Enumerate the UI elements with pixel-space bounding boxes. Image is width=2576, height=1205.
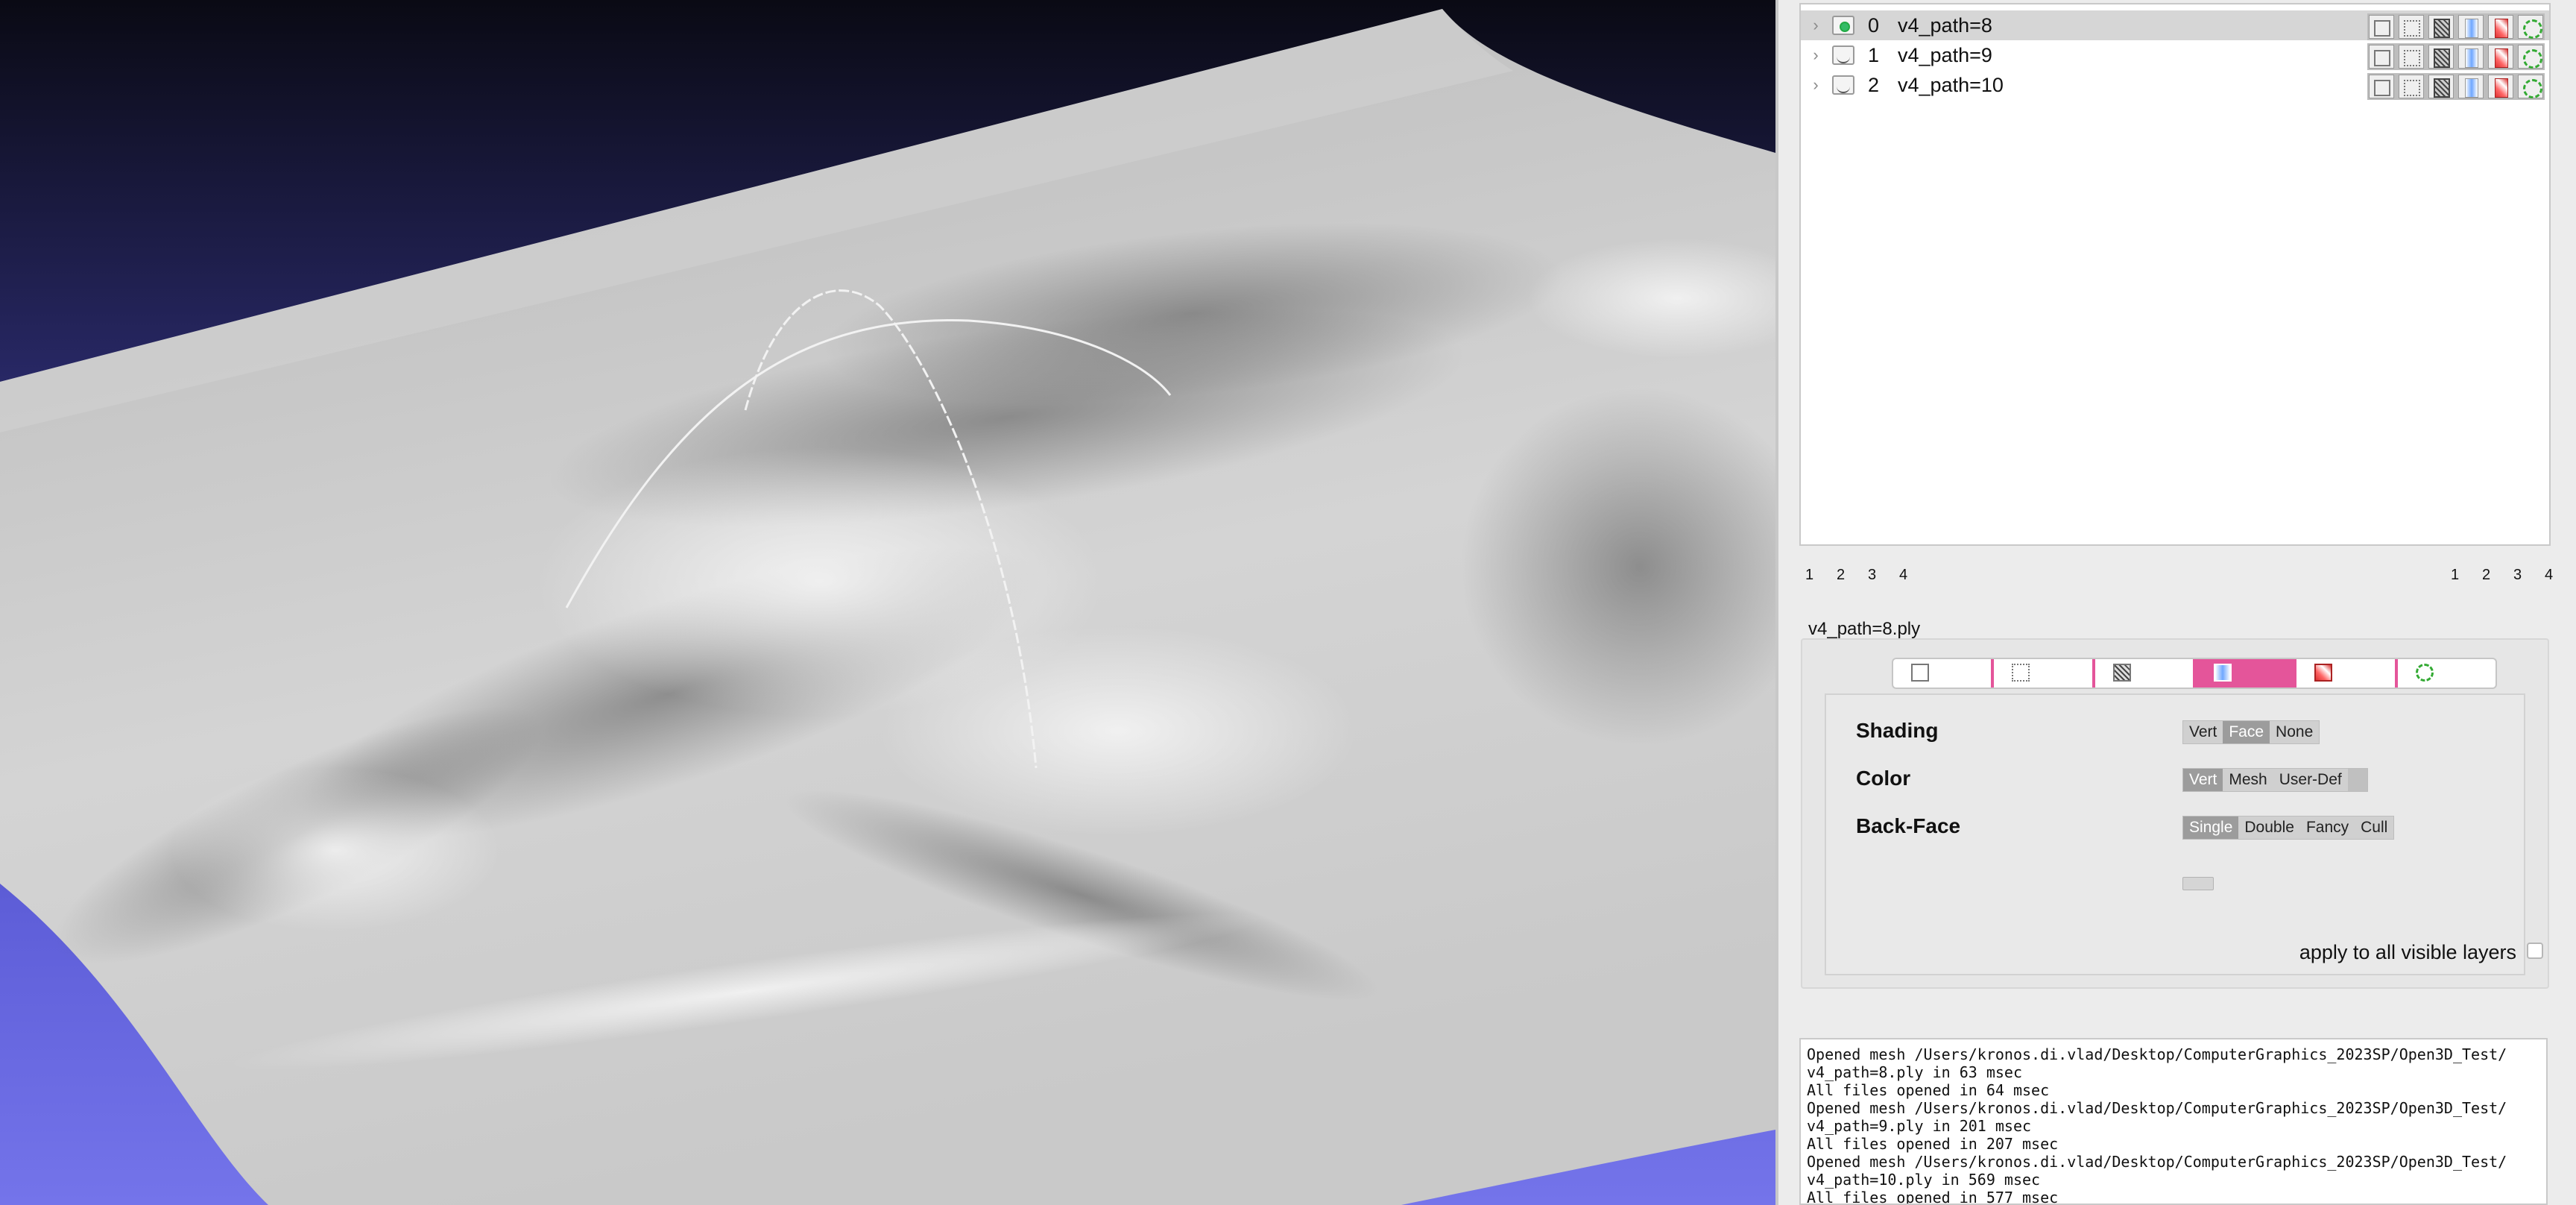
color-mesh-option[interactable]: Mesh: [2223, 769, 2273, 791]
layer-list[interactable]: › 0 v4_path=8 › 1 v4_path=9 › 2 v4_path=…: [1799, 3, 2551, 546]
points-icon: [2012, 664, 2030, 682]
bbox-icon[interactable]: [2369, 75, 2394, 98]
decorator-gear-icon: [2415, 664, 2434, 682]
layer-row-2[interactable]: › 2 v4_path=10: [1801, 70, 2549, 100]
smooth-shading-icon: [2213, 664, 2232, 682]
bbox-icon[interactable]: [2369, 45, 2394, 69]
points-icon[interactable]: [2399, 15, 2424, 39]
log-line: v4_path=9.ply in 201 msec: [1807, 1117, 2032, 1135]
decorator-tabs: [1892, 658, 2497, 689]
log-line: Opened mesh /Users/kronos.di.vlad/Deskto…: [1807, 1045, 2507, 1063]
decorator-gear-icon[interactable]: [2518, 75, 2543, 98]
wireframe-icon[interactable]: [2428, 15, 2454, 39]
layer-index: 2: [1868, 73, 1880, 96]
backface-selector: Single Double Fancy Cull: [2182, 816, 2395, 840]
points-icon[interactable]: [2399, 75, 2424, 98]
layer-row-1[interactable]: › 1 v4_path=9: [1801, 40, 2549, 70]
eye-visible-icon[interactable]: [1832, 16, 1854, 35]
decorator-filename: v4_path=8.ply: [1808, 619, 1921, 639]
extra-option-button[interactable]: [2182, 877, 2214, 890]
wireframe-icon[interactable]: [2428, 45, 2454, 69]
smooth-shading-icon[interactable]: [2458, 15, 2484, 39]
color-selector: Vert Mesh User-Def: [2182, 768, 2368, 792]
apply-all-label: apply to all visible layers: [2299, 941, 2516, 963]
color-vert-option[interactable]: Vert: [2183, 769, 2223, 791]
texture-icon[interactable]: [2488, 75, 2513, 98]
points-icon[interactable]: [2399, 45, 2424, 69]
pager-item[interactable]: 1: [2451, 567, 2482, 584]
texture-icon[interactable]: [2488, 15, 2513, 39]
color-label: Color: [1856, 767, 1911, 790]
smooth-shading-icon[interactable]: [2458, 75, 2484, 98]
curve-icon[interactable]: [1832, 45, 1854, 65]
bbox-icon[interactable]: [2369, 15, 2394, 39]
log-line: All files opened in 577 msec: [1807, 1189, 2059, 1205]
color-swatch-button[interactable]: [2347, 769, 2367, 791]
apply-all-checkbox[interactable]: [2527, 943, 2543, 959]
bbox-icon: [1911, 664, 1929, 682]
decorator-panel: Shading Vert Face None Color Vert Mesh U…: [1801, 638, 2549, 989]
layer-row-0[interactable]: › 0 v4_path=8: [1801, 10, 2549, 40]
pager-item[interactable]: 1: [1805, 567, 1837, 584]
wireframe-icon: [2112, 664, 2131, 682]
layer-index: 0: [1868, 13, 1880, 37]
backface-fancy-option[interactable]: Fancy: [2300, 817, 2355, 839]
backface-cull-option[interactable]: Cull: [2355, 817, 2393, 839]
tab-bbox[interactable]: [1893, 659, 1991, 688]
pager-right: 1234: [2451, 567, 2576, 584]
layer-name: v4_path=10: [1898, 73, 2004, 96]
log-line: Opened mesh /Users/kronos.di.vlad/Deskto…: [1807, 1099, 2507, 1117]
tab-smooth-shading[interactable]: [2192, 659, 2294, 688]
curve-icon[interactable]: [1832, 75, 1854, 95]
backface-single-option[interactable]: Single: [2183, 817, 2239, 839]
layer-name: v4_path=9: [1898, 43, 1992, 66]
layer-index: 1: [1868, 43, 1880, 66]
pager-item[interactable]: 4: [1899, 567, 1931, 584]
chevron-right-icon[interactable]: ›: [1807, 16, 1825, 35]
shading-label: Shading: [1856, 719, 1939, 742]
decorator-gear-icon[interactable]: [2518, 45, 2543, 69]
pager-item[interactable]: 2: [1837, 567, 1868, 584]
backface-label: Back-Face: [1856, 814, 1961, 837]
log-line: v4_path=10.ply in 569 msec: [1807, 1171, 2041, 1189]
tab-points[interactable]: [1991, 659, 2092, 688]
pager-item[interactable]: 2: [2482, 567, 2513, 584]
texture-icon: [2314, 664, 2333, 682]
shading-selector: Vert Face None: [2182, 720, 2320, 744]
tab-decorator[interactable]: [2394, 659, 2496, 688]
color-userdef-option[interactable]: User-Def: [2273, 769, 2348, 791]
decorator-options: Shading Vert Face None Color Vert Mesh U…: [1825, 693, 2525, 975]
log-line: Opened mesh /Users/kronos.di.vlad/Deskto…: [1807, 1153, 2507, 1171]
texture-icon[interactable]: [2488, 45, 2513, 69]
layer-decorator-toolbar: [2367, 13, 2545, 40]
pager-item[interactable]: 4: [2545, 567, 2576, 584]
log-line: All files opened in 207 msec: [1807, 1135, 2059, 1153]
chevron-right-icon[interactable]: ›: [1807, 75, 1825, 95]
pager-item[interactable]: 3: [2513, 567, 2545, 584]
log-line: All files opened in 64 msec: [1807, 1081, 2050, 1099]
3d-viewport[interactable]: [0, 0, 1775, 1205]
pager-item[interactable]: 3: [1868, 567, 1899, 584]
smooth-shading-icon[interactable]: [2458, 45, 2484, 69]
decorator-gear-icon[interactable]: [2518, 15, 2543, 39]
wireframe-icon[interactable]: [2428, 75, 2454, 98]
backface-double-option[interactable]: Double: [2238, 817, 2300, 839]
tab-wireframe[interactable]: [2092, 659, 2193, 688]
right-panel: › 0 v4_path=8 › 1 v4_path=9 › 2 v4_path=…: [1778, 0, 2576, 1205]
tab-texture[interactable]: [2294, 659, 2394, 688]
layer-name: v4_path=8: [1898, 13, 1992, 37]
pager-left: 1234: [1805, 567, 1931, 584]
shading-none-option[interactable]: None: [2270, 721, 2319, 743]
layer-decorator-toolbar: [2367, 43, 2545, 70]
chevron-right-icon[interactable]: ›: [1807, 45, 1825, 65]
shading-vert-option[interactable]: Vert: [2183, 721, 2223, 743]
layer-decorator-toolbar: [2367, 73, 2545, 100]
shading-face-option[interactable]: Face: [2223, 721, 2270, 743]
log-line: v4_path=8.ply in 63 msec: [1807, 1063, 2022, 1081]
log-console[interactable]: Opened mesh /Users/kronos.di.vlad/Deskto…: [1799, 1038, 2548, 1205]
